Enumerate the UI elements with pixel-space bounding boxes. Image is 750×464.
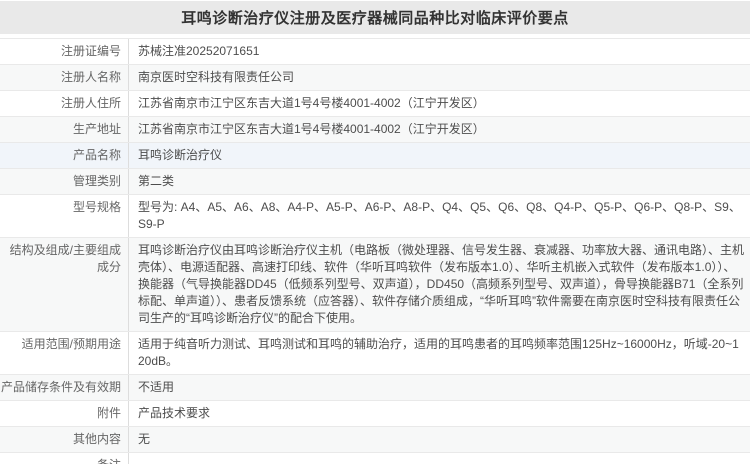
row-value: 江苏省南京市江宁区东吉大道1号4号楼4001-4002（江宁开发区） bbox=[138, 122, 485, 136]
row-label: 产品储存条件及有效期 bbox=[0, 375, 129, 400]
row-value: 适用于纯音听力测试、耳鸣测试和耳鸣的辅助治疗，适用的耳鸣患者的耳鸣频率范围125… bbox=[138, 337, 739, 368]
row-label: 适用范围/预期用途 bbox=[0, 332, 129, 374]
table-row: 注册人住所 江苏省南京市江宁区东吉大道1号4号楼4001-4002（江宁开发区） bbox=[0, 91, 750, 117]
registration-info-table: 注册证编号 苏械注准20252071651 注册人名称 南京医时空科技有限责任公司 注册… bbox=[0, 38, 750, 464]
row-label: 管理类别 bbox=[0, 169, 129, 194]
row-label: 注册证编号 bbox=[0, 39, 129, 64]
row-label: 其他内容 bbox=[0, 427, 129, 452]
row-label: 结构及组成/主要组成成分 bbox=[0, 238, 129, 331]
row-value: 第二类 bbox=[138, 174, 175, 188]
table-row: 附件 产品技术要求 bbox=[0, 401, 750, 427]
table-row: 型号规格 型号为: A4、A5、A6、A8、A4-P、A5-P、A6-P、A8-P… bbox=[0, 195, 750, 238]
table-row: 生产地址 江苏省南京市江宁区东吉大道1号4号楼4001-4002（江宁开发区） bbox=[0, 117, 750, 143]
table-row: 备注 bbox=[0, 453, 750, 464]
row-value: 苏械注准20252071651 bbox=[138, 44, 260, 58]
row-value: 不适用 bbox=[138, 380, 175, 394]
row-value: 型号为: A4、A5、A6、A8、A4-P、A5-P、A6-P、A8-P、Q4、… bbox=[138, 200, 741, 231]
table-row: 其他内容无 bbox=[0, 427, 750, 453]
row-value: 耳鸣诊断治疗仪 bbox=[138, 148, 223, 162]
row-label: 备注 bbox=[0, 453, 129, 464]
table-row: 适用范围/预期用途 适用于纯音听力测试、耳鸣测试和耳鸣的辅助治疗，适用的耳鸣患者的… bbox=[0, 332, 750, 375]
table-row: 结构及组成/主要组成成分 耳鸣诊断治疗仪由耳鸣诊断治疗仪主机（电路板（微处理器、信… bbox=[0, 238, 750, 332]
row-value: 产品技术要求 bbox=[138, 406, 211, 420]
table-row: 管理类别 第二类 bbox=[0, 169, 750, 195]
page-title-text: 耳鸣诊断治疗仪注册及医疗器械同品种比对临床评价要点 bbox=[181, 10, 569, 27]
row-label: 型号规格 bbox=[0, 195, 129, 237]
row-value: 江苏省南京市江宁区东吉大道1号4号楼4001-4002（江宁开发区） bbox=[138, 96, 485, 110]
row-label: 注册人名称 bbox=[0, 65, 129, 90]
table-row: 产品储存条件及有效期 不适用 bbox=[0, 375, 750, 401]
row-label: 注册人住所 bbox=[0, 91, 129, 116]
table-row: 注册人名称 南京医时空科技有限责任公司 bbox=[0, 65, 750, 91]
row-label: 附件 bbox=[0, 401, 129, 426]
row-value: 无 bbox=[138, 432, 151, 446]
table-row: 注册证编号 苏械注准20252071651 bbox=[0, 39, 750, 65]
row-value: 南京医时空科技有限责任公司 bbox=[138, 70, 295, 84]
row-label: 生产地址 bbox=[0, 117, 129, 142]
page-title: 耳鸣诊断治疗仪注册及医疗器械同品种比对临床评价要点 bbox=[0, 1, 750, 34]
row-value: 耳鸣诊断治疗仪由耳鸣诊断治疗仪主机（电路板（微处理器、信号发生器、衰减器、功率放… bbox=[138, 243, 745, 325]
table-row: 产品名称 耳鸣诊断治疗仪 bbox=[0, 143, 750, 169]
row-value bbox=[129, 453, 750, 464]
row-label: 产品名称 bbox=[0, 143, 129, 168]
